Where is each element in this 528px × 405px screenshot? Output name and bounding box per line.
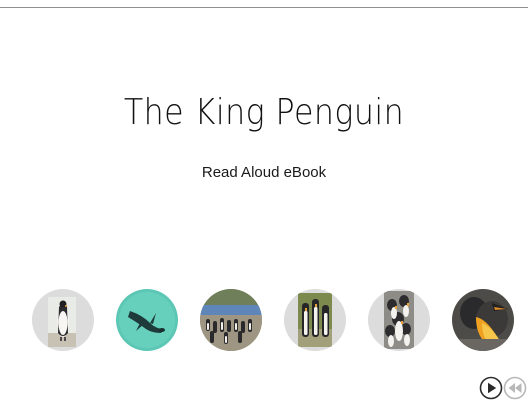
thumbnail-penguin-crowd[interactable] — [368, 289, 430, 351]
play-icon — [479, 376, 503, 400]
top-divider — [0, 7, 528, 8]
book-title: The King Penguin — [123, 92, 405, 133]
penguin-swimming-image — [116, 289, 178, 351]
book-subtitle: Read Aloud eBook — [201, 164, 327, 181]
thumbnail-penguin-swimming[interactable] — [116, 289, 178, 351]
thumbnail-penguin-head[interactable] — [452, 289, 514, 351]
penguin-standing-image — [32, 289, 94, 351]
rewind-icon — [503, 376, 527, 400]
thumbnail-strip — [32, 289, 514, 351]
penguin-head-image — [452, 289, 514, 351]
penguin-colony-image — [200, 289, 262, 351]
thumbnail-penguin-colony[interactable] — [200, 289, 262, 351]
penguin-crowd-image — [368, 289, 430, 351]
thumbnail-single-penguin[interactable] — [32, 289, 94, 351]
rewind-button[interactable] — [503, 376, 527, 400]
thumbnail-penguin-group[interactable] — [284, 289, 346, 351]
play-button[interactable] — [479, 376, 503, 400]
penguin-group-image — [284, 289, 346, 351]
